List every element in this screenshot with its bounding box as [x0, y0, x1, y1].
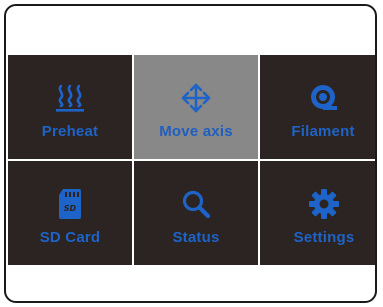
screen-frame: Preheat Move axis Filament SD SD Card St… [4, 4, 377, 303]
heat-waves-icon [8, 81, 132, 115]
menu-tile-label: SD Card [39, 229, 101, 246]
menu-tile-filament[interactable]: Filament [260, 55, 375, 159]
main-menu-grid: Preheat Move axis Filament SD SD Card St… [8, 55, 375, 267]
filament-spool-icon [260, 81, 375, 115]
svg-text:SD: SD [64, 204, 77, 213]
menu-tile-label: Preheat [41, 123, 99, 140]
menu-tile-label: Move axis [159, 123, 233, 140]
menu-tile-settings[interactable]: Settings [260, 161, 375, 265]
move-arrows-icon [134, 81, 258, 115]
sd-card-icon: SD [8, 187, 132, 221]
menu-tile-status[interactable]: Status [134, 161, 260, 265]
menu-tile-label: Settings [293, 229, 355, 246]
menu-tile-move-axis[interactable]: Move axis [134, 55, 260, 159]
menu-tile-sd-card[interactable]: SD SD Card [8, 161, 134, 265]
menu-tile-preheat[interactable]: Preheat [8, 55, 134, 159]
menu-tile-label: Filament [291, 123, 355, 140]
menu-tile-label: Status [172, 229, 220, 246]
gear-icon [260, 187, 375, 221]
magnifier-icon [134, 187, 258, 221]
